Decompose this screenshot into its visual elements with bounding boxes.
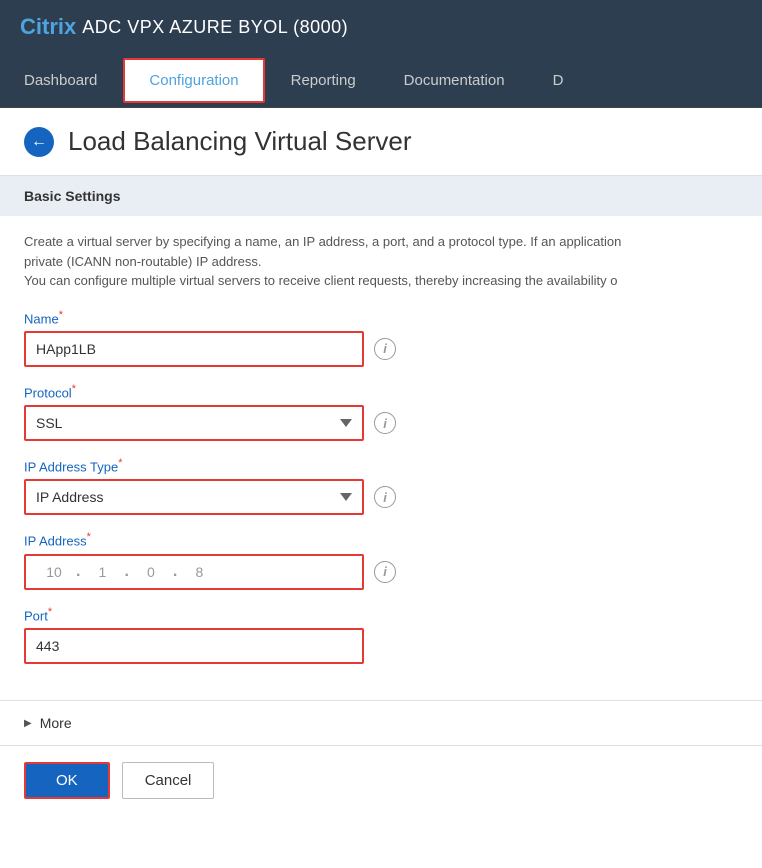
nav-documentation[interactable]: Documentation (380, 54, 529, 107)
ok-button[interactable]: OK (24, 762, 110, 799)
ip-address-type-field-group: IP Address Type* IP Address Non Addressa… (24, 457, 738, 515)
port-label: Port* (24, 606, 738, 623)
section-title: Basic Settings (0, 176, 762, 216)
nav-dashboard[interactable]: Dashboard (0, 54, 121, 107)
ip-address-field-row: . . . i (24, 554, 738, 590)
section-body: Create a virtual server by specifying a … (0, 216, 762, 700)
more-triangle-icon: ▶ (24, 718, 32, 729)
page-title: Load Balancing Virtual Server (68, 126, 412, 157)
ip-octet-2[interactable] (82, 564, 122, 580)
page-title-bar: ← Load Balancing Virtual Server (0, 108, 762, 176)
ip-address-type-info-icon[interactable]: i (374, 486, 396, 508)
ip-address-field-group: IP Address* . . . i (24, 531, 738, 589)
protocol-field-group: Protocol* SSL HTTP HTTPS TCP UDP DNS i (24, 383, 738, 441)
name-info-icon[interactable]: i (374, 338, 396, 360)
desc-line3: You can configure multiple virtual serve… (24, 273, 618, 288)
ip-field-wrapper: . . . (24, 554, 364, 590)
ip-dot-1: . (76, 563, 80, 581)
protocol-select[interactable]: SSL HTTP HTTPS TCP UDP DNS (24, 405, 364, 441)
protocol-label: Protocol* (24, 383, 738, 400)
nav-configuration[interactable]: Configuration (123, 58, 264, 103)
protocol-info-icon[interactable]: i (374, 412, 396, 434)
main-nav: Dashboard Configuration Reporting Docume… (0, 54, 762, 108)
port-field-group: Port* (24, 606, 738, 664)
product-name: ADC VPX AZURE BYOL (8000) (82, 17, 348, 38)
ip-address-type-field-row: IP Address Non Addressable i (24, 479, 738, 515)
citrix-label: Citrix (20, 14, 76, 39)
desc-line1: Create a virtual server by specifying a … (24, 234, 621, 249)
protocol-field-row: SSL HTTP HTTPS TCP UDP DNS i (24, 405, 738, 441)
name-label: Name* (24, 309, 738, 326)
more-section[interactable]: ▶ More (0, 700, 762, 745)
desc-line2: private (ICANN non-routable) IP address. (24, 254, 261, 269)
more-label: More (40, 715, 72, 731)
ip-octet-4[interactable] (179, 564, 219, 580)
page-content: ← Load Balancing Virtual Server Basic Se… (0, 108, 762, 868)
app-header: Citrix ADC VPX AZURE BYOL (8000) (0, 0, 762, 54)
name-field-row: i (24, 331, 738, 367)
ip-octet-1[interactable] (34, 564, 74, 580)
ip-octet-3[interactable] (131, 564, 171, 580)
action-buttons: OK Cancel (0, 745, 762, 815)
port-field-row (24, 628, 738, 664)
ip-dot-2: . (124, 563, 128, 581)
ip-address-type-select[interactable]: IP Address Non Addressable (24, 479, 364, 515)
basic-settings-section: Basic Settings Create a virtual server b… (0, 176, 762, 815)
section-description: Create a virtual server by specifying a … (24, 232, 704, 291)
brand-name: Citrix (20, 14, 76, 40)
name-input[interactable] (24, 331, 364, 367)
ip-dot-3: . (173, 563, 177, 581)
cancel-button[interactable]: Cancel (122, 762, 215, 799)
port-input[interactable] (24, 628, 364, 664)
back-button[interactable]: ← (24, 127, 54, 157)
ip-address-label: IP Address* (24, 531, 738, 548)
ip-address-info-icon[interactable]: i (374, 561, 396, 583)
ip-address-type-label: IP Address Type* (24, 457, 738, 474)
name-field-group: Name* i (24, 309, 738, 367)
nav-reporting[interactable]: Reporting (267, 54, 380, 107)
nav-extra[interactable]: D (529, 54, 588, 107)
